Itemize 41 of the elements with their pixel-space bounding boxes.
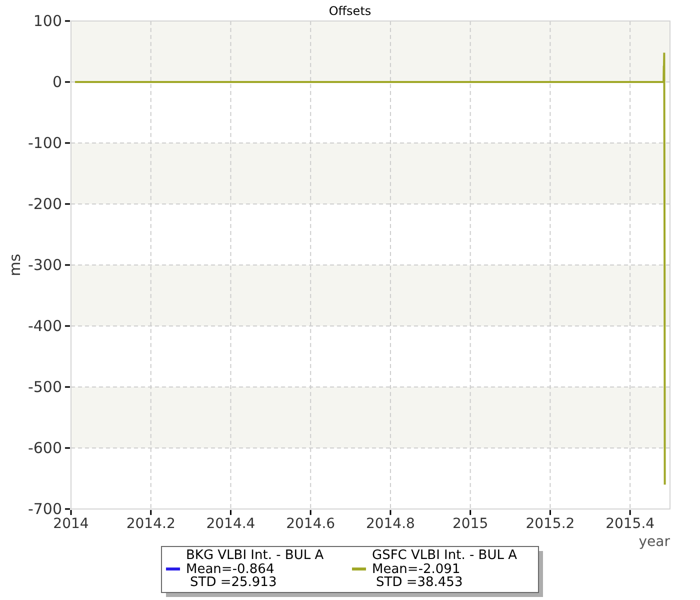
legend-mean: Mean=-0.864 <box>186 562 274 577</box>
x-tick-label: 2014.6 <box>286 516 336 532</box>
legend-std: STD =38.453 <box>376 575 463 590</box>
x-tick-label: 2014.4 <box>206 516 256 532</box>
legend-label: GSFC VLBI Int. - BUL A <box>372 548 517 563</box>
tick-mark <box>65 325 70 327</box>
x-tick-label: 2014.2 <box>126 516 176 532</box>
x-axis-title: year <box>638 534 670 550</box>
legend-std: STD =25.913 <box>190 575 277 590</box>
tick-mark <box>310 510 312 515</box>
tick-mark <box>150 510 152 515</box>
y-tick-label: -200 <box>28 195 62 213</box>
tick-mark <box>65 81 70 83</box>
y-tick-label: -600 <box>28 439 62 457</box>
tick-mark <box>65 264 70 266</box>
tick-mark <box>390 510 392 515</box>
tick-mark <box>470 510 472 515</box>
tick-mark <box>629 510 631 515</box>
y-tick-label: -500 <box>28 378 62 396</box>
y-tick-label: 100 <box>33 12 62 30</box>
x-tick-label: 2014 <box>53 516 89 532</box>
y-tick-label: 0 <box>52 73 62 91</box>
chart-title: Offsets <box>328 4 372 18</box>
y-tick-label: -700 <box>28 500 62 518</box>
x-tick-label: 2015.4 <box>606 516 655 532</box>
tick-mark <box>65 20 70 22</box>
tick-mark <box>65 142 70 144</box>
legend-label: BKG VLBI Int. - BUL A <box>186 548 324 563</box>
y-tick-label: -300 <box>28 256 62 274</box>
x-tick-label: 2014.8 <box>366 516 415 532</box>
x-tick-label: 2015 <box>452 516 488 532</box>
tick-mark <box>65 386 70 388</box>
tick-mark <box>65 447 70 449</box>
y-axis-title: ms <box>6 254 24 276</box>
tick-mark <box>65 203 70 205</box>
y-tick-label: -400 <box>28 317 62 335</box>
y-tick-label: -100 <box>28 134 62 152</box>
legend-mean: Mean=-2.091 <box>372 562 460 577</box>
tick-mark <box>549 510 551 515</box>
x-tick-label: 2015.2 <box>526 516 575 532</box>
tick-mark <box>230 510 232 515</box>
